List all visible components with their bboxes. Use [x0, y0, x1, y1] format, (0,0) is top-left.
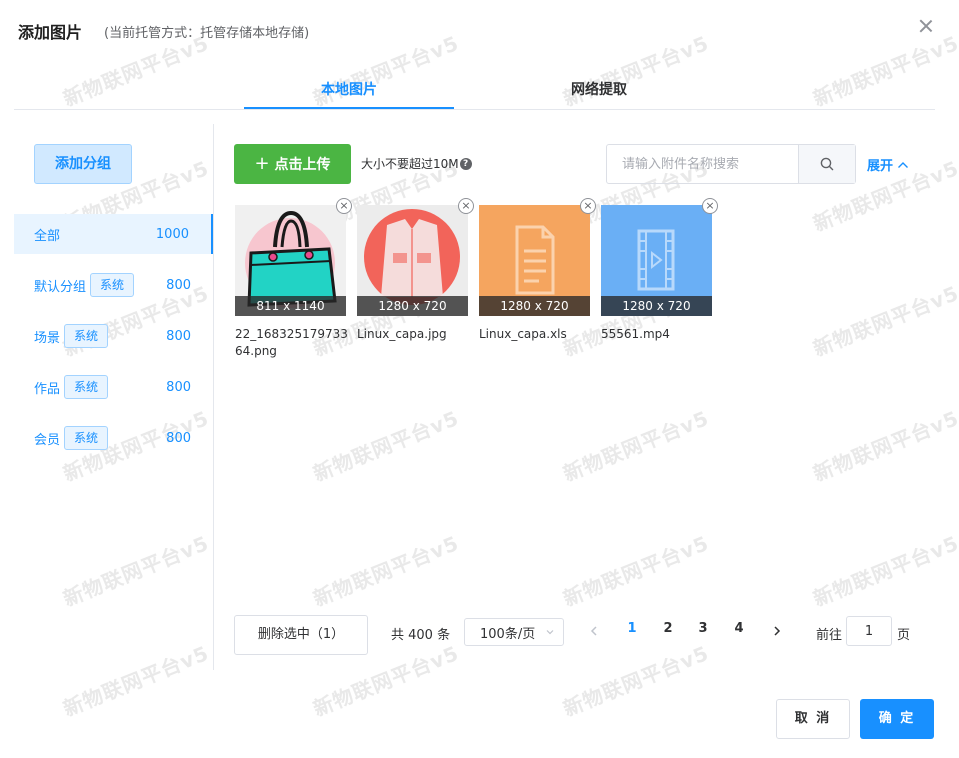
file-card[interactable]: 811 x 1140 × 22_16832517973364.png: [235, 198, 352, 360]
add-image-dialog: 添加图片 (当前托管方式：托管存储本地存储) 本地图片 网络提取 添加分组 全部…: [0, 0, 959, 758]
expand-toggle[interactable]: 展开: [867, 155, 909, 174]
group-name: 场景: [34, 330, 61, 346]
image-dimensions: 1280 x 720: [479, 296, 590, 316]
delete-selected-button[interactable]: 删除选中（1）: [234, 615, 368, 655]
chevron-up-icon: [898, 161, 909, 168]
remove-icon[interactable]: ×: [580, 198, 596, 214]
tab-bar: 本地图片 网络提取: [14, 70, 935, 110]
group-item-all[interactable]: 全部 1000: [14, 214, 213, 254]
search-input[interactable]: [607, 145, 798, 183]
group-name: 作品: [34, 381, 61, 397]
upload-button[interactable]: + 点击上传: [234, 144, 351, 184]
goto-label: 前往: [816, 628, 843, 643]
size-hint-text: 大小不要超过10M: [361, 157, 459, 171]
group-item-works[interactable]: 作品 系统 800: [14, 367, 213, 407]
page-size-value: 100条/页: [480, 626, 536, 642]
file-name: 55561.mp4: [601, 327, 670, 341]
group-name: 全部: [34, 228, 61, 244]
page-size-select[interactable]: 100条/页: [464, 618, 564, 646]
group-name: 会员: [34, 432, 61, 448]
group-count: 800: [166, 430, 191, 446]
group-count: 1000: [155, 226, 189, 242]
image-dimensions: 1280 x 720: [357, 296, 468, 316]
file-thumbnail[interactable]: 1280 x 720: [601, 205, 712, 316]
file-name: Linux_capa.xls: [479, 327, 567, 341]
group-item-default[interactable]: 默认分组 系统 800: [14, 265, 213, 305]
total-count: 共 400 条: [391, 628, 451, 643]
remove-icon[interactable]: ×: [336, 198, 352, 214]
prev-page-button[interactable]: [584, 620, 604, 642]
group-sidebar: 添加分组 全部 1000 默认分组 系统 800 场景 系统 800 作品 系统…: [14, 124, 214, 670]
size-hint: 大小不要超过10M ?: [361, 155, 472, 172]
remove-icon[interactable]: ×: [458, 198, 474, 214]
group-count: 800: [166, 379, 191, 395]
page-number[interactable]: 2: [656, 621, 680, 636]
image-dimensions: 1280 x 720: [601, 296, 712, 316]
file-thumbnail[interactable]: 1280 x 720: [479, 205, 590, 316]
tab-active-indicator: [244, 107, 454, 109]
cancel-button[interactable]: 取 消: [776, 699, 850, 739]
page-number[interactable]: 3: [691, 621, 715, 636]
plus-icon: +: [254, 153, 270, 174]
system-tag: 系统: [64, 426, 109, 450]
system-tag: 系统: [64, 324, 109, 348]
tab-network-fetch[interactable]: 网络提取: [494, 70, 704, 110]
close-icon[interactable]: [919, 19, 933, 33]
file-card[interactable]: 1280 x 720 × Linux_capa.xls: [479, 198, 596, 343]
group-item-member[interactable]: 会员 系统 800: [14, 418, 213, 458]
image-dimensions: 811 x 1140: [235, 296, 346, 316]
chevron-left-icon: [590, 626, 597, 636]
dialog-header: 添加图片 (当前托管方式：托管存储本地存储): [18, 20, 309, 42]
expand-label: 展开: [867, 159, 894, 174]
file-card[interactable]: 1280 x 720 × Linux_capa.jpg: [357, 198, 474, 343]
search-icon: [820, 157, 834, 171]
chevron-right-icon: [774, 626, 781, 636]
system-tag: 系统: [90, 273, 135, 297]
goto-suffix: 页: [897, 628, 911, 643]
upload-label: 点击上传: [274, 157, 331, 173]
group-item-scene[interactable]: 场景 系统 800: [14, 316, 213, 356]
search-button[interactable]: [798, 145, 855, 183]
dialog-title: 添加图片: [18, 23, 83, 42]
search-box: [606, 144, 856, 184]
page-number[interactable]: 4: [727, 621, 751, 636]
add-group-button[interactable]: 添加分组: [34, 144, 132, 184]
file-name: 22_16832517973364.png: [235, 327, 348, 358]
group-name: 默认分组: [34, 279, 87, 295]
group-count: 800: [166, 328, 191, 344]
next-page-button[interactable]: [767, 620, 787, 642]
goto-page-input[interactable]: [846, 616, 892, 646]
page-number[interactable]: 1: [620, 621, 644, 636]
system-tag: 系统: [64, 375, 109, 399]
chevron-down-icon: [546, 630, 554, 635]
file-card[interactable]: 1280 x 720 × 55561.mp4: [601, 198, 718, 343]
file-name: Linux_capa.jpg: [357, 327, 447, 341]
file-thumbnail[interactable]: 1280 x 720: [357, 205, 468, 316]
question-icon[interactable]: ?: [459, 157, 472, 170]
tab-local-images[interactable]: 本地图片: [244, 70, 454, 110]
group-count: 800: [166, 277, 191, 293]
dialog-subtitle: (当前托管方式：托管存储本地存储): [104, 25, 310, 41]
remove-icon[interactable]: ×: [702, 198, 718, 214]
confirm-button[interactable]: 确 定: [860, 699, 934, 739]
file-thumbnail[interactable]: 811 x 1140: [235, 205, 346, 316]
